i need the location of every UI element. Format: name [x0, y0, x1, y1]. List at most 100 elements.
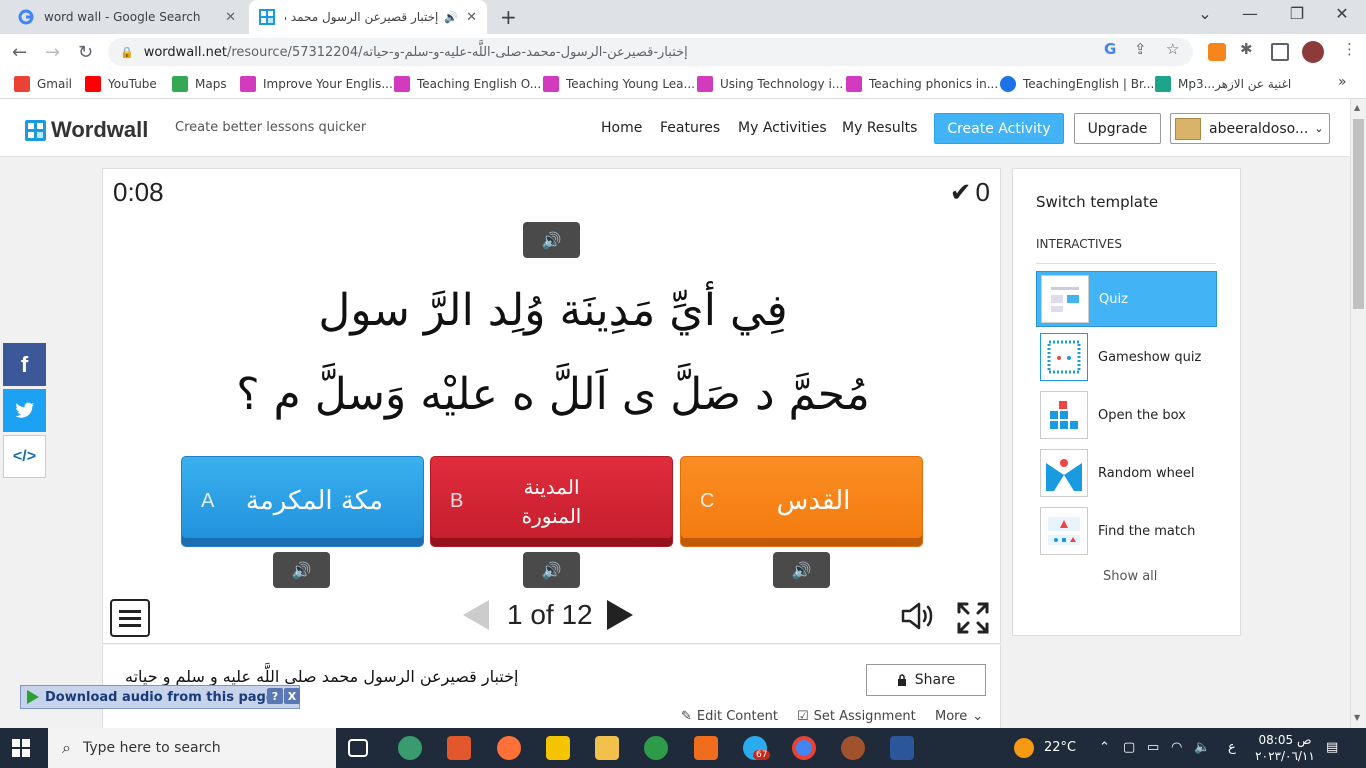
nav-home[interactable]: Home: [601, 120, 642, 136]
windows-start-icon[interactable]: [12, 739, 30, 757]
device-icon[interactable]: ▢: [1123, 740, 1135, 755]
google-lens-icon[interactable]: G: [1104, 40, 1116, 58]
app-icon[interactable]: [398, 736, 422, 760]
firefox-icon[interactable]: [497, 736, 521, 760]
nav-features[interactable]: Features: [660, 120, 720, 136]
notifications-icon[interactable]: ▤: [1326, 740, 1338, 755]
chrome-icon[interactable]: [792, 736, 816, 760]
download-audio-bar[interactable]: Download audio from this page ? X: [20, 685, 300, 709]
page-scrollbar[interactable]: ▲ ▼: [1350, 99, 1366, 728]
tab-close-icon[interactable]: ✕: [225, 10, 236, 25]
previous-question-icon[interactable]: [463, 600, 489, 630]
extensions-icon[interactable]: ✱: [1240, 40, 1253, 58]
template-random-wheel[interactable]: Random wheel: [1036, 445, 1217, 501]
answer-a-button[interactable]: A مكة المكرمة: [181, 456, 424, 547]
tab-google-search[interactable]: word wall - Google Search ✕: [8, 0, 246, 34]
share-page-icon[interactable]: ⇪: [1134, 40, 1147, 58]
tab-audio-icon[interactable]: 🔊: [444, 11, 458, 24]
edit-content-link[interactable]: ✎ Edit Content: [681, 709, 778, 724]
file-explorer-icon[interactable]: [595, 736, 619, 760]
clock[interactable]: 08:05 ص ٢٠٢٣/٠٦/١١: [1255, 732, 1315, 764]
wifi-icon[interactable]: ◠: [1171, 740, 1182, 755]
answer-b-audio-button[interactable]: 🔊: [523, 552, 580, 588]
embed-share-button[interactable]: </>: [3, 435, 46, 478]
answer-b-button[interactable]: B المدينة المنورة: [430, 456, 673, 547]
bookmark-item[interactable]: Teaching English O...: [394, 76, 541, 92]
share-button[interactable]: Share: [866, 664, 986, 696]
bookmark-item[interactable]: TeachingEnglish | Br...: [1000, 76, 1154, 92]
more-bookmarks-icon[interactable]: »: [1338, 74, 1347, 90]
scroll-up-icon[interactable]: ▲: [1354, 103, 1360, 112]
app-icon[interactable]: [546, 736, 570, 760]
help-button[interactable]: ?: [267, 688, 283, 704]
bookmark-star-icon[interactable]: ☆: [1166, 40, 1179, 58]
forward-icon[interactable]: →: [45, 42, 60, 63]
maximize-button[interactable]: ❐: [1277, 4, 1317, 23]
back-icon[interactable]: ←: [12, 42, 27, 63]
weather-sun-icon[interactable]: [1014, 738, 1034, 758]
scroll-down-icon[interactable]: ▼: [1354, 713, 1360, 722]
weather-temperature[interactable]: 22°C: [1044, 740, 1076, 755]
facebook-icon: f: [20, 351, 29, 377]
upgrade-button[interactable]: Upgrade: [1074, 113, 1161, 144]
template-open-the-box[interactable]: Open the box: [1036, 387, 1217, 443]
create-activity-button[interactable]: Create Activity: [934, 113, 1064, 144]
tab-search-icon[interactable]: ⌄: [1185, 4, 1225, 23]
show-all-link[interactable]: Show all: [1103, 569, 1157, 584]
task-view-icon[interactable]: [348, 739, 368, 757]
bookmark-maps[interactable]: Maps: [172, 76, 227, 92]
bookmark-item[interactable]: Teaching phonics in...: [846, 76, 998, 92]
address-bar[interactable]: 🔒 wordwall.net /resource/57312204/إختبار…: [108, 38, 1193, 66]
wordwall-logo[interactable]: Wordwall: [25, 117, 148, 143]
nav-my-activities[interactable]: My Activities: [738, 120, 827, 136]
new-tab-button[interactable]: +: [500, 5, 517, 29]
answer-c-button[interactable]: C القدس: [680, 456, 923, 547]
bookmark-item[interactable]: Using Technology i...: [697, 76, 843, 92]
nav-my-results[interactable]: My Results: [842, 120, 917, 136]
app-icon[interactable]: [644, 736, 668, 760]
template-find-the-match[interactable]: Find the match: [1036, 503, 1217, 559]
store-icon[interactable]: [447, 736, 471, 760]
app-icon[interactable]: [694, 736, 718, 760]
bookmark-item[interactable]: Mp3...اغنية عن الازهر: [1155, 76, 1291, 92]
user-menu[interactable]: abeeraldoso... ⌄: [1170, 113, 1330, 144]
clock-time: 08:05 ص: [1258, 733, 1312, 747]
metamask-icon[interactable]: [1208, 43, 1226, 61]
twitter-share-button[interactable]: [3, 389, 46, 432]
question-audio-button[interactable]: 🔊: [523, 222, 580, 258]
template-quiz[interactable]: Quiz: [1036, 271, 1217, 327]
facebook-share-button[interactable]: f: [3, 343, 46, 386]
side-panel-icon[interactable]: [1271, 43, 1289, 61]
next-question-icon[interactable]: [606, 600, 633, 630]
language-indicator[interactable]: ع: [1228, 740, 1236, 755]
show-hidden-icons-icon[interactable]: ⌃: [1099, 740, 1110, 755]
more-menu[interactable]: More ⌄: [935, 709, 983, 724]
sidebar-section-heading: INTERACTIVES: [1036, 237, 1122, 251]
set-assignment-link[interactable]: ☑ Set Assignment: [797, 709, 916, 724]
volume-icon[interactable]: 🔈: [1194, 740, 1210, 755]
browser-toolbar: ← → ↻ 🔒 wordwall.net /resource/57312204/…: [0, 34, 1366, 71]
reload-icon[interactable]: ↻: [78, 42, 93, 63]
profile-avatar[interactable]: [1302, 41, 1324, 63]
answer-c-audio-button[interactable]: 🔊: [773, 552, 830, 588]
bookmark-gmail[interactable]: Gmail: [14, 76, 72, 92]
sound-toggle-icon[interactable]: [901, 601, 935, 638]
taskbar-search-box[interactable]: ⌕ Type here to search: [48, 728, 336, 768]
app-icon[interactable]: [841, 736, 865, 760]
word-icon[interactable]: [890, 736, 914, 760]
bookmark-item[interactable]: Teaching Young Lea...: [543, 76, 695, 92]
game-menu-button[interactable]: [110, 599, 150, 637]
minimize-button[interactable]: —: [1230, 4, 1270, 23]
template-gameshow-quiz[interactable]: Gameshow quiz: [1036, 329, 1217, 385]
close-window-button[interactable]: ✕: [1322, 4, 1362, 23]
battery-icon[interactable]: ▭: [1147, 740, 1159, 755]
bookmark-youtube[interactable]: YouTube: [85, 76, 157, 92]
scrollbar-thumb[interactable]: [1353, 119, 1364, 309]
fullscreen-icon[interactable]: [956, 601, 990, 635]
tab-wordwall[interactable]: إختبار قصيرعن الرسول محمد ص 🔊 ✕: [249, 0, 487, 34]
answer-a-audio-button[interactable]: 🔊: [273, 552, 330, 588]
bookmark-item[interactable]: Improve Your Englis...: [240, 76, 393, 92]
close-button[interactable]: X: [284, 688, 300, 704]
chrome-menu-icon[interactable]: ⋮: [1342, 40, 1357, 58]
tab-close-icon[interactable]: ✕: [466, 10, 477, 25]
